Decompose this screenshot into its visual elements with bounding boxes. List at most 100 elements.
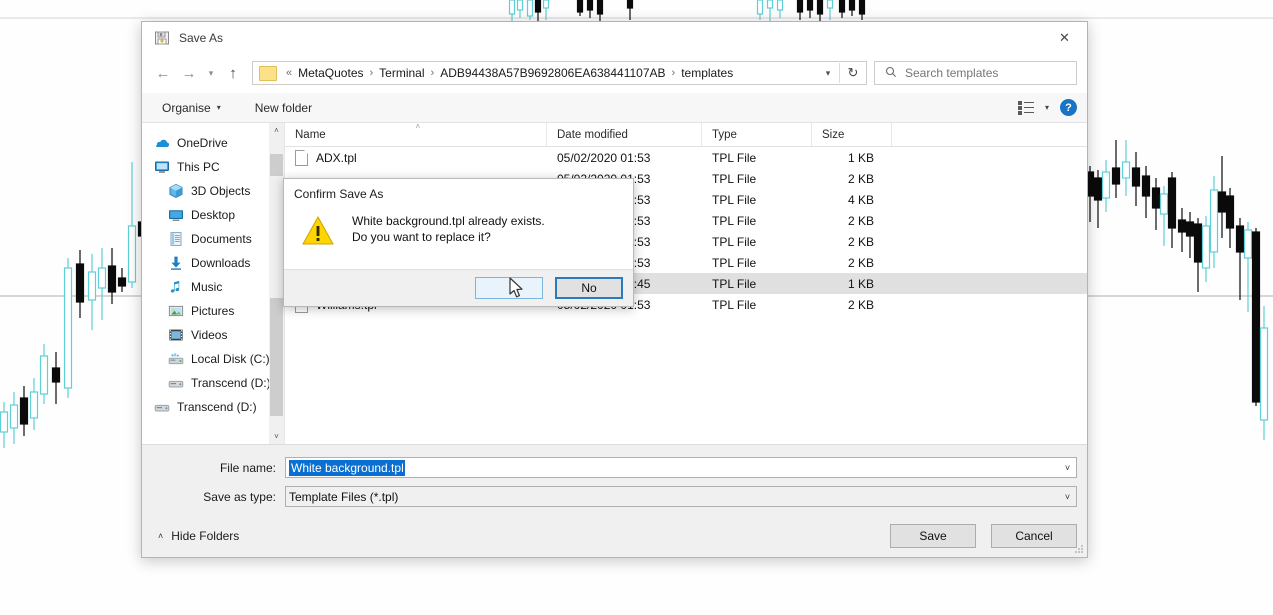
folder-icon [259,66,277,81]
sidebar-item-transcend-d[interactable]: Transcend (D:) [142,395,284,419]
resize-grip[interactable] [1074,545,1084,555]
file-type-cell: TPL File [702,214,812,228]
filename-row: File name: White background.tpl ˅ [152,457,1077,478]
filetype-select[interactable]: Template Files (*.tpl) ˅ [285,486,1077,507]
window-footer: ˄ Hide Folders Save Cancel [142,515,1087,557]
back-icon[interactable]: ← [150,60,176,86]
file-type-cell: TPL File [702,235,812,249]
organise-button[interactable]: Organise ▾ [158,101,225,115]
downloads-icon [168,255,184,271]
file-size-cell: 2 KB [812,214,892,228]
cancel-button[interactable]: Cancel [991,524,1077,548]
breadcrumb-segment-terminal[interactable]: Terminal [377,66,426,80]
confirm-dialog-message: White background.tpl already exists. Do … [352,213,545,269]
file-size-cell: 1 KB [812,277,892,291]
chevron-down-icon[interactable]: ▾ [817,68,839,79]
sidebar-item-label: 3D Objects [191,184,250,198]
local-disk-icon [168,351,184,367]
filetype-value: Template Files (*.tpl) [289,490,398,504]
chevron-down-icon[interactable]: ˅ [1059,463,1076,473]
navigation-pane: OneDrive This PC 3D Objects Desktop Document… [142,123,284,444]
filename-value: White background.tpl [289,460,405,476]
column-header-type[interactable]: Type [702,123,812,146]
sidebar-item-label: Transcend (D:) [191,376,271,390]
organise-label: Organise [162,101,211,115]
column-header-size[interactable]: Size [812,123,892,146]
address-toolbar: ← → ▾ ↑ « MetaQuotes › Terminal › ADB944… [142,53,1087,93]
recent-locations-icon[interactable]: ▾ [202,60,220,86]
sidebar-item-label: Downloads [191,256,250,270]
chevron-down-icon[interactable]: ˅ [1059,492,1076,502]
confirm-dialog-buttons: No [284,269,633,306]
column-label: Type [712,129,737,141]
hide-folders-label: Hide Folders [171,529,239,543]
breadcrumb-segment-metaquotes[interactable]: MetaQuotes [296,66,365,80]
scroll-track[interactable] [269,138,284,429]
scroll-thumb-upper[interactable] [270,154,283,176]
new-folder-button[interactable]: New folder [251,101,316,115]
close-icon[interactable]: ✕ [1042,22,1087,53]
search-input[interactable]: Search templates [874,61,1077,85]
up-icon[interactable]: ↑ [220,60,246,86]
sidebar-item-label: Desktop [191,208,235,222]
documents-icon [168,231,184,247]
sidebar-item-videos[interactable]: Videos [142,323,284,347]
filename-input[interactable]: White background.tpl ˅ [285,457,1077,478]
chevron-down-icon[interactable]: ▾ [1045,103,1049,112]
pictures-icon [168,303,184,319]
hide-folders-button[interactable]: ˄ Hide Folders [158,529,239,543]
help-icon[interactable]: ? [1060,99,1077,116]
confirm-dialog-title: Confirm Save As [284,179,633,201]
sidebar-item-label: This PC [177,160,220,174]
sidebar-item-label: OneDrive [177,136,228,150]
scroll-up-icon[interactable]: ˄ [269,123,284,138]
file-type-cell: TPL File [702,256,812,270]
table-row[interactable]: ADX.tpl05/02/2020 01:53TPL File1 KB [285,147,1087,168]
breadcrumb-separator: › [668,67,680,79]
confirm-no-button[interactable]: No [555,277,623,299]
scroll-down-icon[interactable]: ˅ [269,429,284,444]
sidebar-scrollbar[interactable]: ˄ ˅ [269,123,284,444]
sidebar-item-pictures[interactable]: Pictures [142,299,284,323]
column-header-name[interactable]: Name ˄ [285,123,547,146]
breadcrumb-segment-templates[interactable]: templates [679,66,735,80]
sidebar-item-documents[interactable]: Documents [142,227,284,251]
file-date-cell: 05/02/2020 01:53 [547,151,702,165]
confirm-message-line1: White background.tpl already exists. [352,213,545,229]
sidebar-item-3d-objects[interactable]: 3D Objects [142,179,284,203]
breadcrumb-overflow[interactable]: « [282,67,296,79]
refresh-icon[interactable]: ↻ [840,65,866,81]
sidebar-item-desktop[interactable]: Desktop [142,203,284,227]
sidebar-item-onedrive[interactable]: OneDrive [142,131,284,155]
search-icon [885,66,897,81]
sidebar-item-transcend-d[interactable]: Transcend (D:) [142,371,284,395]
sidebar-item-label: Videos [191,328,227,342]
chevron-up-icon: ˄ [158,531,163,541]
file-type-cell: TPL File [702,193,812,207]
view-layout-icon[interactable] [1018,101,1034,115]
sidebar-item-downloads[interactable]: Downloads [142,251,284,275]
filetype-label: Save as type: [152,490,285,504]
sidebar-item-label: Pictures [191,304,234,318]
breadcrumb-segment-guid[interactable]: ADB94438A57B9692806EA638441107AB [438,66,667,80]
search-placeholder: Search templates [905,66,998,80]
sidebar-item-local-disk-c[interactable]: Local Disk (C:) [142,347,284,371]
save-button[interactable]: Save [890,524,976,548]
file-icon [295,150,308,166]
toolbar-right-group: ▾ ? [1018,99,1077,116]
column-header-date[interactable]: Date modified [547,123,702,146]
breadcrumb-separator: › [366,67,378,79]
3d-objects-icon [168,183,184,199]
address-bar[interactable]: « MetaQuotes › Terminal › ADB94438A57B96… [252,61,867,85]
column-label: Date modified [557,129,628,141]
sidebar-item-music[interactable]: Music [142,275,284,299]
confirm-yes-button[interactable] [475,277,543,299]
window-titlebar: Save As ✕ [142,22,1087,53]
sidebar-item-this-pc[interactable]: This PC [142,155,284,179]
scroll-thumb[interactable] [270,298,283,416]
forward-icon[interactable]: → [176,60,202,86]
footer-buttons: Save Cancel [890,524,1077,548]
confirm-message-line2: Do you want to replace it? [352,229,545,245]
videos-icon [168,327,184,343]
save-disk-icon [154,30,170,46]
